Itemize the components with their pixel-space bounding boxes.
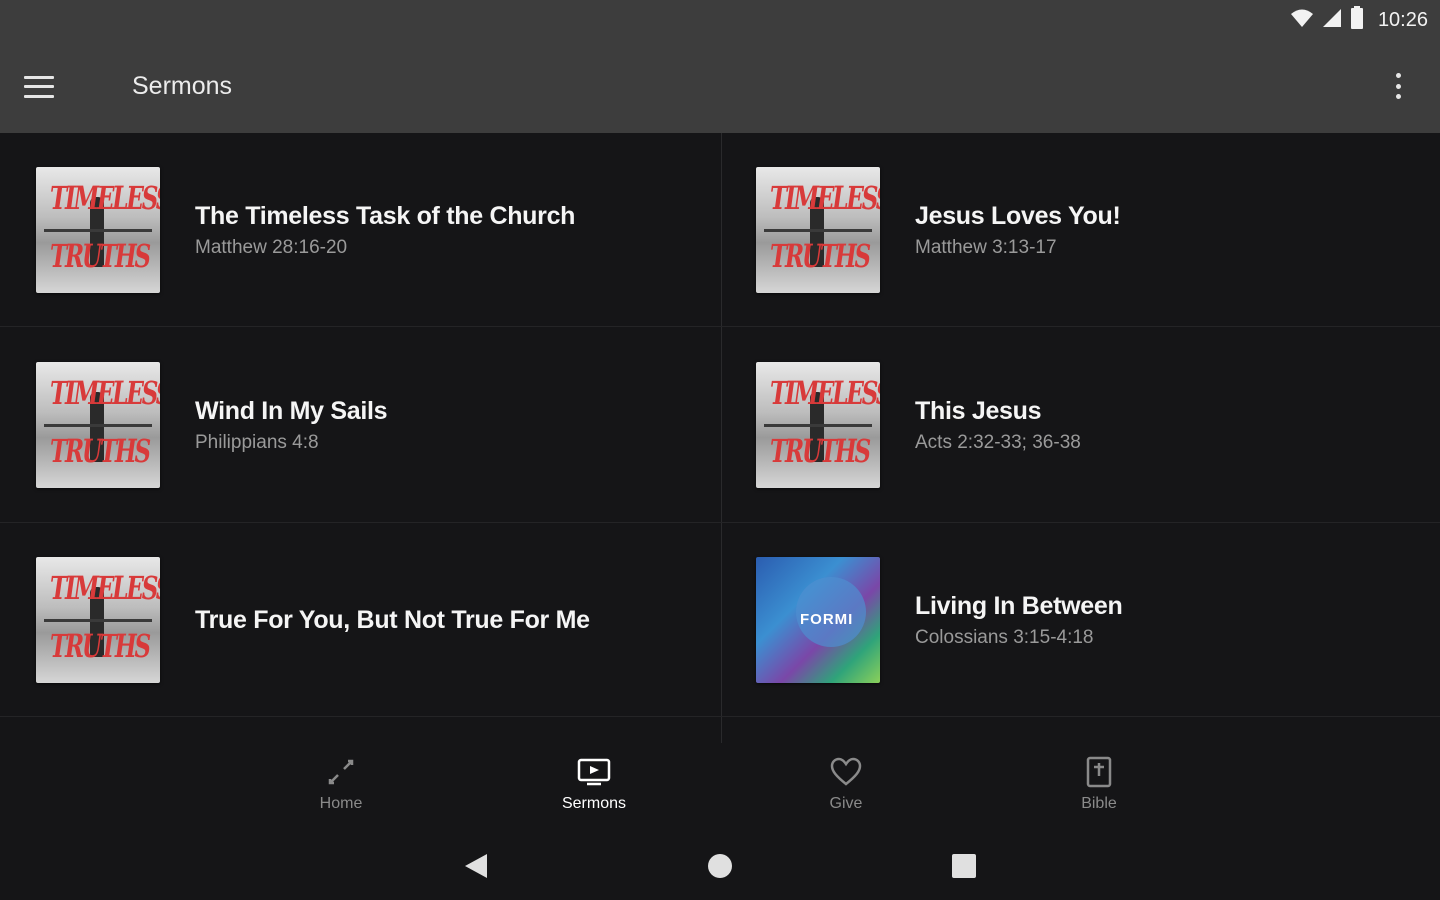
sermon-artwork: TIMELESS TRUTHS bbox=[36, 362, 160, 488]
sermon-text: The Timeless Task of the Church Matthew … bbox=[195, 202, 575, 259]
nav-home[interactable]: Home bbox=[281, 755, 401, 813]
status-bar: 10:26 bbox=[0, 0, 1440, 40]
nav-label: Sermons bbox=[561, 795, 627, 812]
tv-play-icon bbox=[577, 755, 611, 789]
sermon-artwork: TIMELESS TRUTHS bbox=[756, 362, 880, 488]
battery-icon bbox=[1350, 5, 1364, 35]
sermon-artwork: TIMELESS TRUTHS bbox=[36, 557, 160, 683]
system-navigation-bar bbox=[0, 833, 1440, 900]
sermon-item[interactable]: TIMELESS TRUTHS The Timeless Task of the… bbox=[0, 133, 720, 327]
home-icon bbox=[324, 755, 358, 789]
sermon-reference: Colossians 3:15-4:18 bbox=[915, 626, 1094, 648]
sermon-artwork: TIMELESS TRUTHS bbox=[36, 167, 160, 293]
sermon-grid: TIMELESS TRUTHS The Timeless Task of the… bbox=[0, 133, 1440, 743]
home-circle-icon bbox=[708, 854, 732, 878]
heart-icon bbox=[829, 755, 863, 789]
sermon-reference: Acts 2:32-33; 36-38 bbox=[915, 431, 1081, 453]
nav-label: Home bbox=[319, 795, 363, 812]
more-options-button[interactable] bbox=[1386, 68, 1410, 104]
home-button[interactable] bbox=[705, 851, 735, 881]
sermon-item[interactable]: TIMELESS TRUTHS Wind In My Sails Philipp… bbox=[0, 328, 720, 522]
recents-button[interactable] bbox=[949, 851, 979, 881]
signal-icon bbox=[1322, 8, 1342, 33]
more-vert-icon bbox=[1395, 73, 1401, 78]
nav-bible[interactable]: Bible bbox=[1039, 755, 1159, 813]
sermon-title: Jesus Loves You! bbox=[915, 201, 1121, 230]
nav-give[interactable]: Give bbox=[786, 755, 906, 813]
back-button[interactable] bbox=[461, 851, 491, 881]
sermon-title: Living In Between bbox=[915, 591, 1123, 620]
sermon-artwork: FORMI bbox=[756, 557, 880, 683]
nav-sermons[interactable]: Sermons bbox=[534, 755, 654, 813]
bottom-navigation: Home Sermons Give Bible bbox=[0, 743, 1440, 833]
sermon-item[interactable]: TIMELESS TRUTHS True For You, But Not Tr… bbox=[0, 523, 720, 717]
bible-icon bbox=[1082, 755, 1116, 789]
sermon-item[interactable]: FORMI Living In Between Colossians 3:15-… bbox=[720, 523, 1440, 717]
sermon-item[interactable]: TIMELESS TRUTHS Jesus Loves You! Matthew… bbox=[720, 133, 1440, 327]
sermon-title: Wind In My Sails bbox=[195, 396, 388, 425]
sermon-text: Wind In My Sails Philippians 4:8 bbox=[195, 396, 388, 454]
nav-label: Give bbox=[829, 795, 863, 812]
sermon-reference: Matthew 28:16-20 bbox=[195, 236, 348, 258]
back-icon bbox=[465, 854, 487, 878]
sermon-artwork: TIMELESS TRUTHS bbox=[756, 167, 880, 293]
sermon-item[interactable]: TIMELESS TRUTHS This Jesus Acts 2:32-33;… bbox=[720, 328, 1440, 522]
nav-label: Bible bbox=[1081, 795, 1117, 812]
sermon-text: Jesus Loves You! Matthew 3:13-17 bbox=[915, 201, 1121, 259]
app-bar: Sermons bbox=[0, 40, 1440, 133]
menu-icon bbox=[24, 75, 54, 98]
page-title: Sermons bbox=[132, 72, 233, 100]
sermon-text: True For You, But Not True For Me bbox=[195, 606, 590, 635]
sermon-reference: Philippians 4:8 bbox=[195, 431, 319, 453]
status-time: 10:26 bbox=[1377, 8, 1428, 31]
sermon-title: This Jesus bbox=[915, 396, 1042, 425]
menu-button[interactable] bbox=[0, 40, 108, 133]
sermon-reference: Matthew 3:13-17 bbox=[915, 236, 1057, 258]
sermon-title: True For You, But Not True For Me bbox=[195, 605, 590, 634]
wifi-icon bbox=[1290, 8, 1314, 33]
recents-icon bbox=[952, 854, 976, 878]
sermon-text: This Jesus Acts 2:32-33; 36-38 bbox=[915, 397, 1081, 454]
sermon-title: The Timeless Task of the Church bbox=[195, 201, 576, 230]
sermon-text: Living In Between Colossians 3:15-4:18 bbox=[915, 591, 1123, 649]
